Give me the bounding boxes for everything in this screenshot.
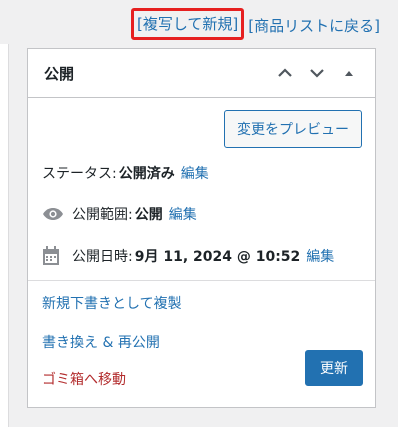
preview-row: 変更をプレビュー (28, 98, 375, 148)
new-draft-link[interactable]: 新規下書きとして複製 (42, 293, 182, 313)
status-edit-link[interactable]: 編集 (181, 163, 209, 183)
published-date-value: 9月 11, 2024 @ 10:52 (134, 249, 301, 265)
update-button[interactable]: 更新 (305, 350, 363, 386)
editor-sidebar: [複写して新規] [商品リストに戻る] 公開 変更をプレビュー ステータス: 公… (0, 0, 398, 427)
status-label: ステータス: (42, 166, 117, 182)
back-to-list-link[interactable]: [商品リストに戻る] (248, 15, 380, 37)
visibility-label: 公開範囲: (72, 207, 133, 223)
eye-icon (42, 203, 66, 225)
status-row: ステータス: 公開済み 編集 (42, 162, 375, 184)
visibility-value: 公開 (134, 207, 163, 223)
status-value: 公開済み (118, 166, 175, 182)
chevron-up-icon[interactable] (271, 59, 299, 87)
caret-up-icon[interactable] (335, 59, 363, 87)
published-date-label: 公開日時: (72, 249, 133, 265)
publish-box-title: 公開 (44, 64, 75, 83)
published-date-edit-link[interactable]: 編集 (306, 246, 334, 266)
copy-new-draft-link[interactable]: [複写して新規] (131, 8, 245, 40)
publish-box: 公開 変更をプレビュー ステータス: 公開済み 編集 公開範囲: 公開 編集 公… (27, 48, 376, 408)
visibility-row: 公開範囲: 公開 編集 (42, 203, 375, 225)
bottom-strip (27, 408, 376, 427)
calendar-icon (42, 245, 66, 267)
published-date-row: 公開日時: 9月 11, 2024 @ 10:52 編集 (42, 245, 375, 267)
publish-box-header: 公開 (28, 49, 375, 98)
visibility-edit-link[interactable]: 編集 (169, 204, 197, 224)
rewrite-republish-link[interactable]: 書き換え & 再公開 (42, 332, 160, 352)
main-editor-edge (0, 44, 9, 427)
post-top-links: [複写して新規] [商品リストに戻る] (126, 8, 380, 40)
major-actions-divider (28, 280, 375, 281)
preview-changes-button[interactable]: 変更をプレビュー (224, 110, 362, 148)
chevron-down-icon[interactable] (303, 59, 331, 87)
move-to-trash-link[interactable]: ゴミ箱へ移動 (42, 369, 126, 389)
